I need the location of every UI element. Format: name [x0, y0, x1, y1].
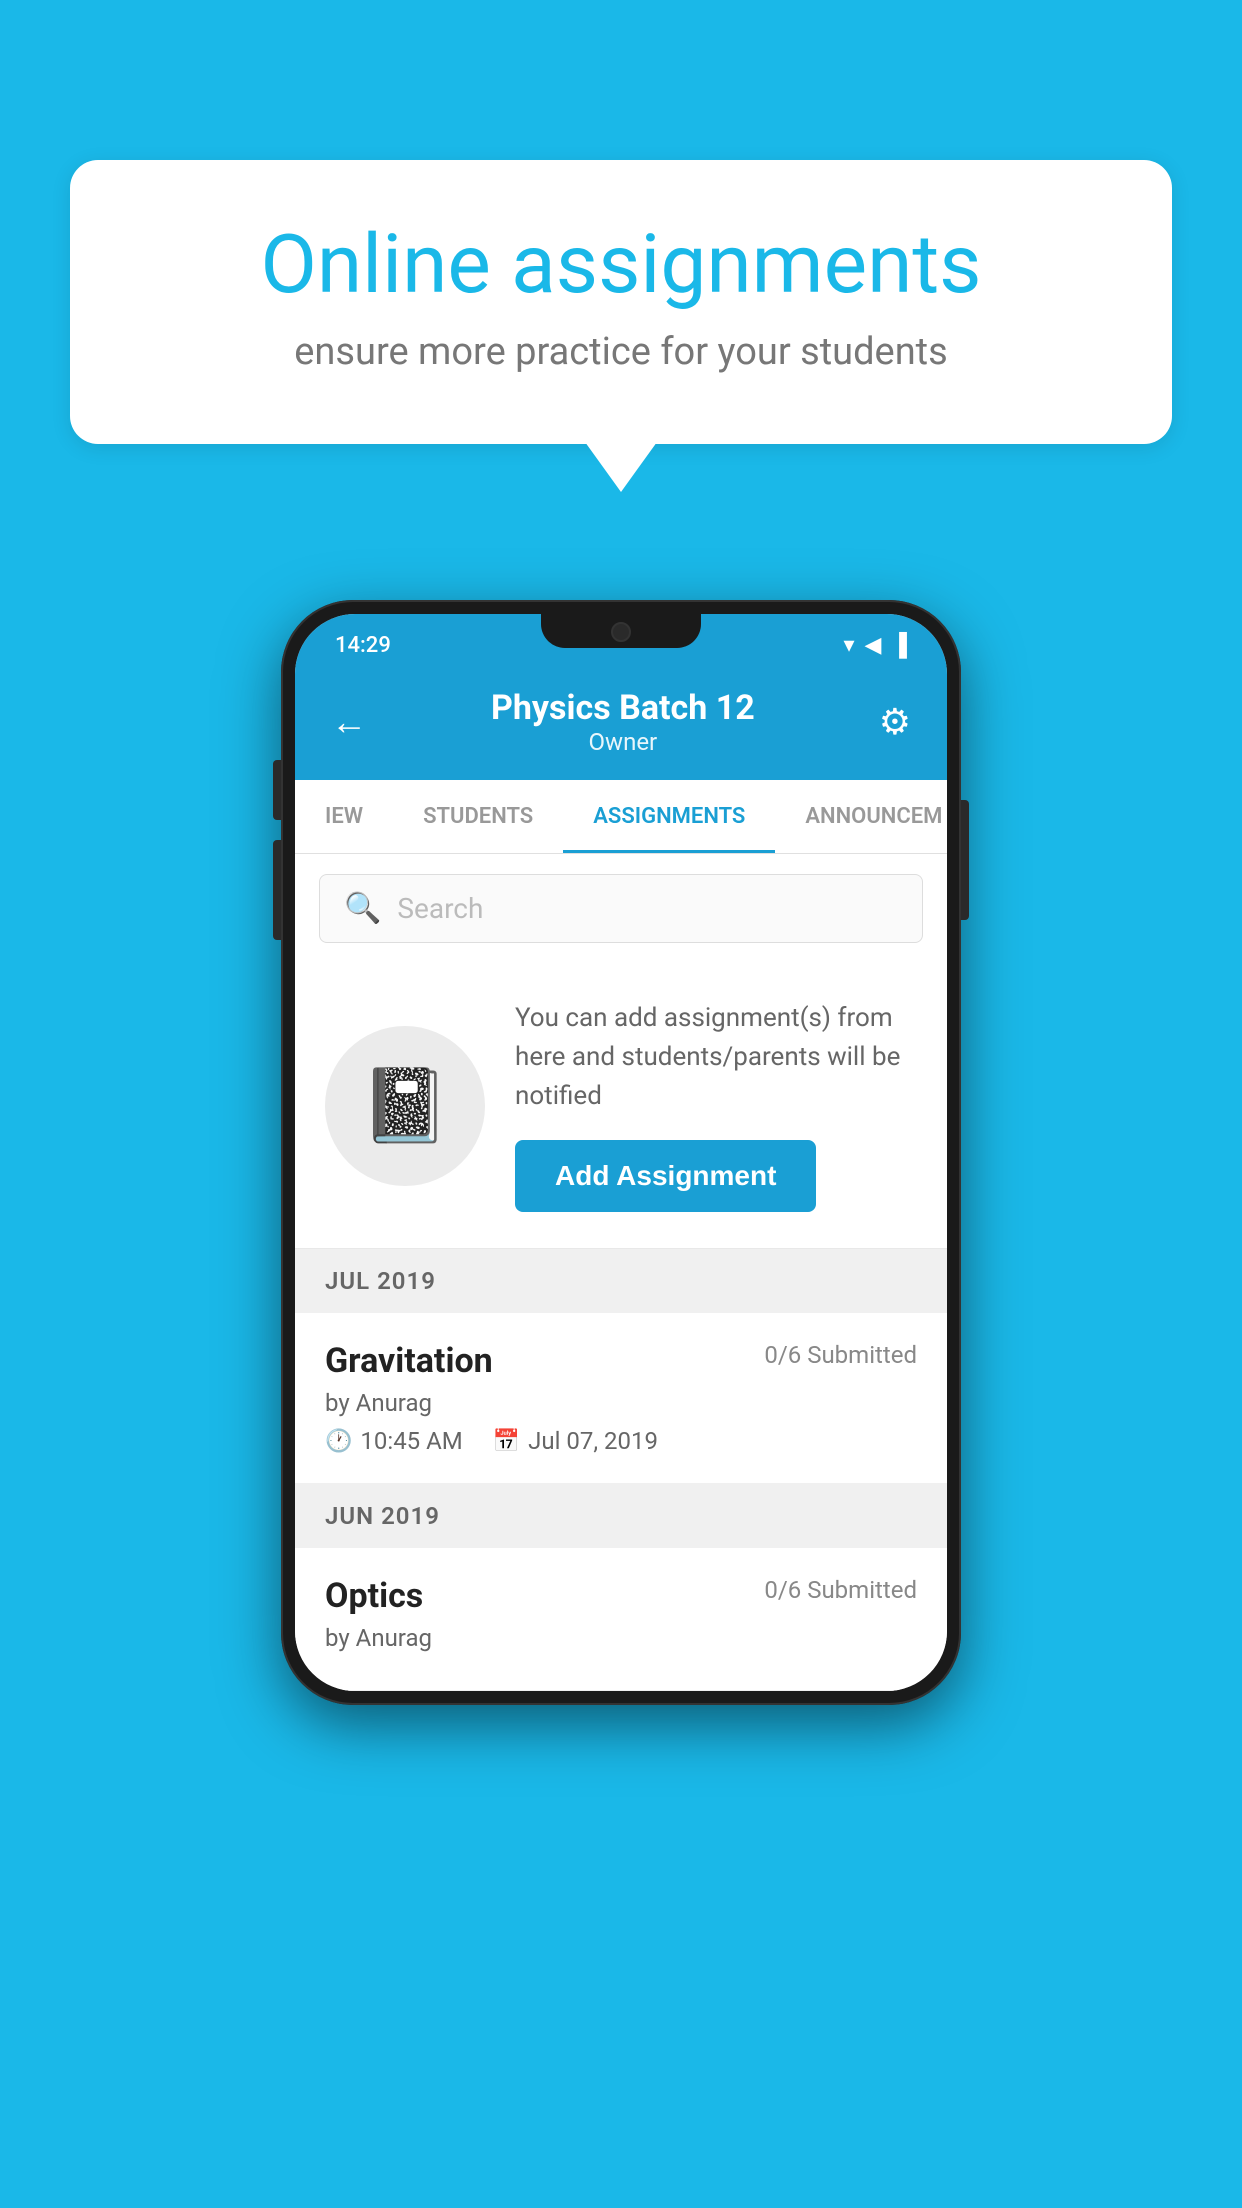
tab-assignments[interactable]: ASSIGNMENTS: [563, 780, 775, 853]
promo-title: Online assignments: [140, 220, 1102, 310]
assignment-optics[interactable]: Optics 0/6 Submitted by Anurag: [295, 1548, 947, 1691]
phone-screen: 14:29 ▾ ◀ ▐ ← Physics Batch 12 Owner ⚙ I…: [295, 614, 947, 1691]
add-assignment-card: 📓 You can add assignment(s) from here an…: [295, 963, 947, 1249]
assignment-submitted: 0/6 Submitted: [764, 1341, 917, 1369]
add-assignment-description: You can add assignment(s) from here and …: [515, 999, 917, 1116]
calendar-icon: 📅: [493, 1429, 520, 1454]
section-jul-2019: JUL 2019: [295, 1249, 947, 1313]
phone-notch: [541, 614, 701, 648]
assignment-header-2: Optics 0/6 Submitted: [325, 1576, 917, 1616]
assignment-icon-wrap: 📓: [325, 1026, 485, 1186]
status-icons: ▾ ◀ ▐: [843, 632, 907, 658]
search-placeholder: Search: [397, 892, 483, 925]
assignment-meta: 🕐 10:45 AM 📅 Jul 07, 2019: [325, 1427, 917, 1455]
section-jun-2019: JUN 2019: [295, 1484, 947, 1548]
app-header: ← Physics Batch 12 Owner ⚙: [295, 668, 947, 780]
assignment-author: by Anurag: [325, 1389, 917, 1417]
assignment-name-2: Optics: [325, 1576, 423, 1616]
battery-icon: ▐: [891, 632, 907, 658]
promo-card: Online assignments ensure more practice …: [70, 160, 1172, 444]
assignment-submitted-2: 0/6 Submitted: [764, 1576, 917, 1604]
assignment-date: 📅 Jul 07, 2019: [493, 1427, 658, 1455]
tab-iew[interactable]: IEW: [295, 780, 393, 853]
assignment-author-2: by Anurag: [325, 1624, 917, 1652]
phone-mockup: 14:29 ▾ ◀ ▐ ← Physics Batch 12 Owner ⚙ I…: [281, 600, 961, 1705]
status-time: 14:29: [335, 633, 391, 658]
phone-body: 14:29 ▾ ◀ ▐ ← Physics Batch 12 Owner ⚙ I…: [281, 600, 961, 1705]
tab-announcements[interactable]: ANNOUNCEM: [775, 780, 947, 853]
search-bar: 🔍 Search: [295, 854, 947, 963]
search-icon: 🔍: [344, 891, 381, 926]
signal-icon: ◀: [864, 633, 881, 658]
assignment-header: Gravitation 0/6 Submitted: [325, 1341, 917, 1381]
assignment-time-value: 10:45 AM: [360, 1427, 462, 1455]
phone-button-power: [961, 800, 969, 920]
assignment-name: Gravitation: [325, 1341, 493, 1381]
phone-button-vol-up: [273, 760, 281, 820]
header-title: Physics Batch 12: [367, 688, 879, 728]
assignment-time: 🕐 10:45 AM: [325, 1427, 463, 1455]
add-assignment-button[interactable]: Add Assignment: [515, 1140, 816, 1212]
clock-icon: 🕐: [325, 1429, 352, 1454]
phone-camera: [611, 622, 631, 642]
phone-button-vol-down: [273, 840, 281, 940]
settings-icon[interactable]: ⚙: [879, 701, 911, 743]
header-subtitle: Owner: [367, 728, 879, 756]
tab-bar: IEW STUDENTS ASSIGNMENTS ANNOUNCEM: [295, 780, 947, 854]
promo-subtitle: ensure more practice for your students: [140, 330, 1102, 374]
notebook-icon: 📓: [360, 1063, 450, 1148]
back-button[interactable]: ←: [331, 701, 367, 743]
search-input-wrap[interactable]: 🔍 Search: [319, 874, 923, 943]
wifi-icon: ▾: [843, 633, 854, 658]
tab-students[interactable]: STUDENTS: [393, 780, 563, 853]
add-assignment-right: You can add assignment(s) from here and …: [515, 999, 917, 1212]
assignment-date-value: Jul 07, 2019: [528, 1427, 658, 1455]
assignment-gravitation[interactable]: Gravitation 0/6 Submitted by Anurag 🕐 10…: [295, 1313, 947, 1484]
header-center: Physics Batch 12 Owner: [367, 688, 879, 756]
